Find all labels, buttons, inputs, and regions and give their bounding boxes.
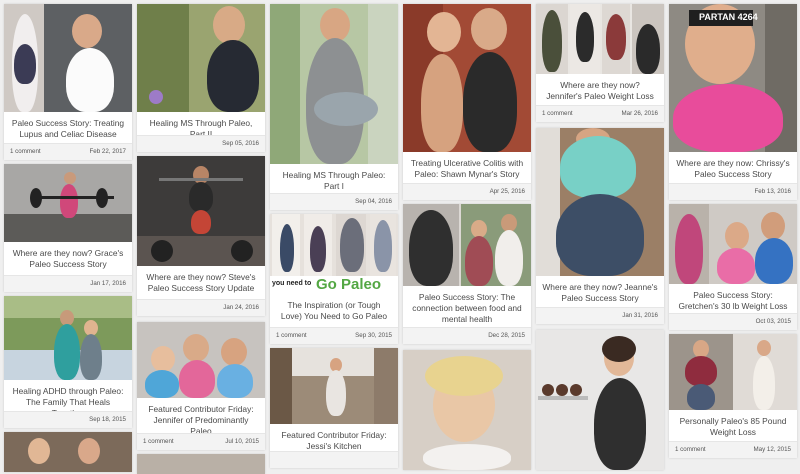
post-card-partial[interactable] <box>137 454 265 474</box>
post-date: Jan 17, 2016 <box>90 280 126 287</box>
post-card-ms-part-1[interactable]: Healing MS Through Paleo: Part I Sep 04,… <box>270 4 398 210</box>
post-card-grace[interactable]: Where are they now? Grace's Paleo Succes… <box>4 164 132 292</box>
post-photo[interactable] <box>403 4 531 152</box>
comment-count[interactable]: 1 comment <box>542 110 573 117</box>
post-card-jennifer-pp[interactable]: Featured Contributor Friday: Jennifer of… <box>137 322 265 450</box>
post-title[interactable]: Personally Paleo's 85 Pound Weight Loss <box>669 410 797 440</box>
post-date: Feb 22, 2017 <box>89 148 126 155</box>
post-card-chrissy[interactable]: PARTAN 4264 Where are they now: Chrissy'… <box>669 4 797 200</box>
post-photo[interactable] <box>137 454 265 474</box>
post-date: Feb 13, 2016 <box>754 188 791 195</box>
post-date: Sep 18, 2015 <box>89 416 126 423</box>
post-title[interactable]: Healing MS Through Paleo: Part I <box>270 164 398 194</box>
post-photo[interactable] <box>536 330 664 470</box>
post-title[interactable]: Where are they now? Jennifer's Paleo Wei… <box>536 74 664 104</box>
post-card-lupus-celiac[interactable]: Paleo Success Story: Treating Lupus and … <box>4 4 132 160</box>
post-card-steve[interactable]: Where are they now? Steve's Paleo Succes… <box>137 156 265 316</box>
post-meta: 1 comment Feb 22, 2017 <box>4 143 132 160</box>
post-meta: Feb 13, 2016 <box>669 183 797 200</box>
post-date: Mar 26, 2016 <box>621 110 658 117</box>
post-card-ulcerative-colitis[interactable]: Treating Ulcerative Colitis with Paleo: … <box>403 4 531 200</box>
post-meta: Sep 18, 2015 <box>4 411 132 428</box>
post-title[interactable]: Where are they now: Chrissy's Paleo Succ… <box>669 152 797 182</box>
comment-count[interactable]: 1 comment <box>143 438 174 445</box>
post-date: Jan 31, 2016 <box>622 312 658 319</box>
post-card-partial[interactable] <box>4 432 132 472</box>
post-title[interactable]: Where are they now? Grace's Paleo Succes… <box>4 242 132 272</box>
post-date: Oct 03, 2015 <box>755 318 791 325</box>
comment-count[interactable]: 1 comment <box>675 446 706 453</box>
post-photo[interactable] <box>4 164 132 242</box>
post-date: Jul 10, 2015 <box>225 438 259 445</box>
post-card-jeanne[interactable]: Where are they now? Jeanne's Paleo Succe… <box>536 128 664 324</box>
post-card-tough-love[interactable]: you need to Go Paleo The Inspiration (or… <box>270 214 398 344</box>
post-meta: Jan 31, 2016 <box>536 307 664 324</box>
post-meta: Sep 04, 2016 <box>270 193 398 210</box>
post-card-personally-paleo[interactable]: Personally Paleo's 85 Pound Weight Loss … <box>669 334 797 458</box>
post-meta: 1 comment Jul 10, 2015 <box>137 433 265 450</box>
post-card-partial[interactable] <box>536 330 664 470</box>
post-date: Sep 30, 2015 <box>355 332 392 339</box>
post-card-ms-part-2[interactable]: Healing MS Through Paleo, Part II Sep 05… <box>137 4 265 152</box>
post-title[interactable]: Where are they now? Steve's Paleo Succes… <box>137 266 265 296</box>
post-photo[interactable] <box>137 4 265 112</box>
post-photo[interactable] <box>403 204 531 286</box>
post-photo[interactable] <box>536 4 664 74</box>
post-card-mental-health[interactable]: Paleo Success Story: The connection betw… <box>403 204 531 344</box>
post-photo[interactable]: PARTAN 4264 <box>669 4 797 152</box>
post-photo[interactable] <box>669 204 797 284</box>
post-photo[interactable] <box>4 432 132 472</box>
post-card-adhd[interactable]: Healing ADHD through Paleo: The Family T… <box>4 296 132 428</box>
post-photo[interactable] <box>669 334 797 410</box>
you-need-to-text: you need to <box>272 280 312 287</box>
post-date: Sep 05, 2016 <box>222 140 259 147</box>
post-photo[interactable] <box>536 128 664 276</box>
comment-count[interactable]: 1 comment <box>10 148 41 155</box>
post-title[interactable]: Where are they now? Jeanne's Paleo Succe… <box>536 276 664 306</box>
post-title[interactable]: Paleo Success Story: The connection betw… <box>403 286 531 327</box>
post-meta: Oct 03, 2015 <box>669 313 797 330</box>
post-title[interactable]: Paleo Success Story: Gretchen's 30 lb We… <box>669 284 797 314</box>
post-card-gretchen[interactable]: Paleo Success Story: Gretchen's 30 lb We… <box>669 204 797 330</box>
post-photo[interactable] <box>270 348 398 424</box>
post-title[interactable]: The Inspiration (or Tough Love) You Need… <box>270 294 398 324</box>
post-date: Dec 28, 2015 <box>488 332 525 339</box>
comment-count[interactable]: 1 comment <box>276 332 307 339</box>
post-photo[interactable] <box>403 350 531 470</box>
post-meta: Dec 28, 2015 <box>403 327 531 344</box>
post-card-jennifer-weight-loss[interactable]: Where are they now? Jennifer's Paleo Wei… <box>536 4 664 122</box>
post-meta: Apr 25, 2016 <box>403 183 531 200</box>
post-meta: 1 comment Sep 30, 2015 <box>270 327 398 344</box>
race-bib-text: PARTAN 4264 <box>699 12 758 22</box>
post-photo[interactable] <box>270 4 398 164</box>
post-photo[interactable] <box>137 322 265 398</box>
post-photo[interactable] <box>4 4 132 112</box>
post-meta: Jan 24, 2016 <box>137 299 265 316</box>
post-date: Sep 04, 2016 <box>355 198 392 205</box>
post-date: May 12, 2015 <box>753 446 792 453</box>
post-card-partial[interactable] <box>403 350 531 470</box>
post-card-jessi[interactable]: Featured Contributor Friday: Jessi's Kit… <box>270 348 398 468</box>
post-title[interactable]: Treating Ulcerative Colitis with Paleo: … <box>403 152 531 182</box>
post-meta: Sep 05, 2016 <box>137 135 265 152</box>
post-date: Jan 24, 2016 <box>223 304 259 311</box>
post-meta: 1 comment May 12, 2015 <box>669 441 797 458</box>
post-photo[interactable]: you need to Go Paleo <box>270 214 398 294</box>
post-photo[interactable] <box>137 156 265 266</box>
post-date: Apr 25, 2016 <box>489 188 525 195</box>
post-meta: Jan 17, 2016 <box>4 275 132 292</box>
go-paleo-text: Go Paleo <box>316 276 382 293</box>
post-meta: 1 comment Mar 26, 2016 <box>536 105 664 122</box>
post-title[interactable]: Paleo Success Story: Treating Lupus and … <box>4 112 132 142</box>
post-meta <box>270 451 398 468</box>
post-title[interactable]: Featured Contributor Friday: Jessi's Kit… <box>270 424 398 454</box>
post-photo[interactable] <box>4 296 132 380</box>
